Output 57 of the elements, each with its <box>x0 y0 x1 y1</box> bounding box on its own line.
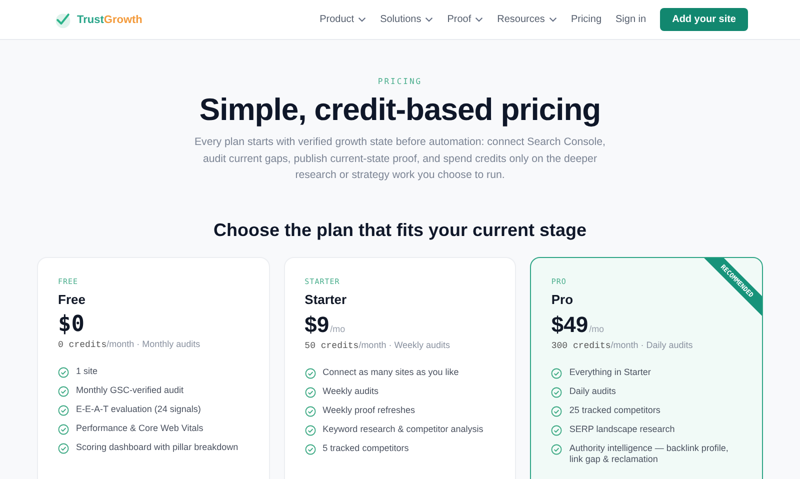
nav-menu-item[interactable]: Proof <box>447 12 484 27</box>
check-circle-icon <box>58 424 69 434</box>
nav-link[interactable]: Sign in <box>616 12 646 27</box>
check-circle-icon <box>551 368 562 378</box>
feature-text: 25 tracked competitors <box>569 404 660 416</box>
check-circle-icon <box>551 444 562 454</box>
feature-text: E-E-A-T evaluation (24 signals) <box>76 404 201 414</box>
feature-text: Connect as many sites as you like <box>322 366 459 378</box>
nav-menu-item[interactable]: Solutions <box>380 12 434 27</box>
plan-price: $49 <box>551 312 588 338</box>
price-period: /mo <box>589 324 604 334</box>
check-circle-icon <box>304 444 316 454</box>
check-circle-icon <box>551 406 562 416</box>
feature-text: Weekly audits <box>322 386 379 396</box>
check-circle-icon <box>58 366 69 378</box>
section-eyebrow: PRICING <box>378 77 422 86</box>
check-circle-icon <box>58 386 69 396</box>
feature-text: Scoring dashboard with pillar breakdown <box>76 442 238 452</box>
check-circle-icon <box>304 368 316 378</box>
feature-text: Authority intelligence — backlink profile, link gap & reclamation <box>569 442 730 464</box>
intro-paragraph: Every plan starts with verified growth state before automation: connect Search Console, audit current gaps, publish current-state proof, and spend credits only on the deeper research or strategy work you choose to run. <box>193 135 606 183</box>
feature-text: Keyword research & competitor analysis <box>322 424 484 434</box>
feature-text: Monthly GSC-verified audit <box>76 384 184 396</box>
feature-text: Everything in Starter <box>569 366 651 378</box>
credits-line: 0 credits/month · Monthly audits <box>58 338 202 350</box>
nav-link[interactable]: Pricing <box>570 12 602 27</box>
credits-line: 50 credits/month · Weekly audits <box>304 340 452 350</box>
feature-text: Daily audits <box>569 386 616 396</box>
feature-text: SERP landscape research <box>569 424 675 434</box>
add-site-button[interactable]: Add your site <box>660 8 748 31</box>
check-circle-icon <box>551 424 562 436</box>
page-title: Simple, credit-based pricing <box>199 92 601 128</box>
chevron-down-icon <box>425 17 434 22</box>
check-circle-icon <box>304 424 316 436</box>
nav-menu-item[interactable]: Resources <box>497 12 557 27</box>
chevron-down-icon <box>358 17 366 22</box>
check-circle-icon <box>304 406 316 416</box>
plan-price: $9 <box>304 312 330 338</box>
plan-name: Free <box>58 292 86 306</box>
check-circle-icon <box>58 404 69 416</box>
plan-price: $0 <box>58 312 84 336</box>
feature-text: Weekly proof refreshes <box>322 404 416 416</box>
nav-menu-item[interactable]: Product <box>320 12 366 27</box>
price-period: /mo <box>330 324 346 334</box>
check-mark-logo-icon[interactable] <box>54 10 72 28</box>
check-circle-icon <box>551 386 562 398</box>
check-circle-icon <box>58 442 69 454</box>
chevron-down-icon <box>548 17 557 22</box>
chevron-down-icon <box>475 17 484 22</box>
feature-text: Performance & Core Web Vitals <box>76 422 204 434</box>
section-heading: Choose the plan that fits your current stage <box>213 220 587 240</box>
check-circle-icon <box>304 386 316 398</box>
plan-name: Pro <box>551 292 574 306</box>
credits-line: 300 credits/month · Daily audits <box>551 340 694 350</box>
plan-name: Starter <box>304 292 348 306</box>
feature-text: 1 site <box>76 366 98 376</box>
feature-text: 5 tracked competitors <box>322 442 409 454</box>
